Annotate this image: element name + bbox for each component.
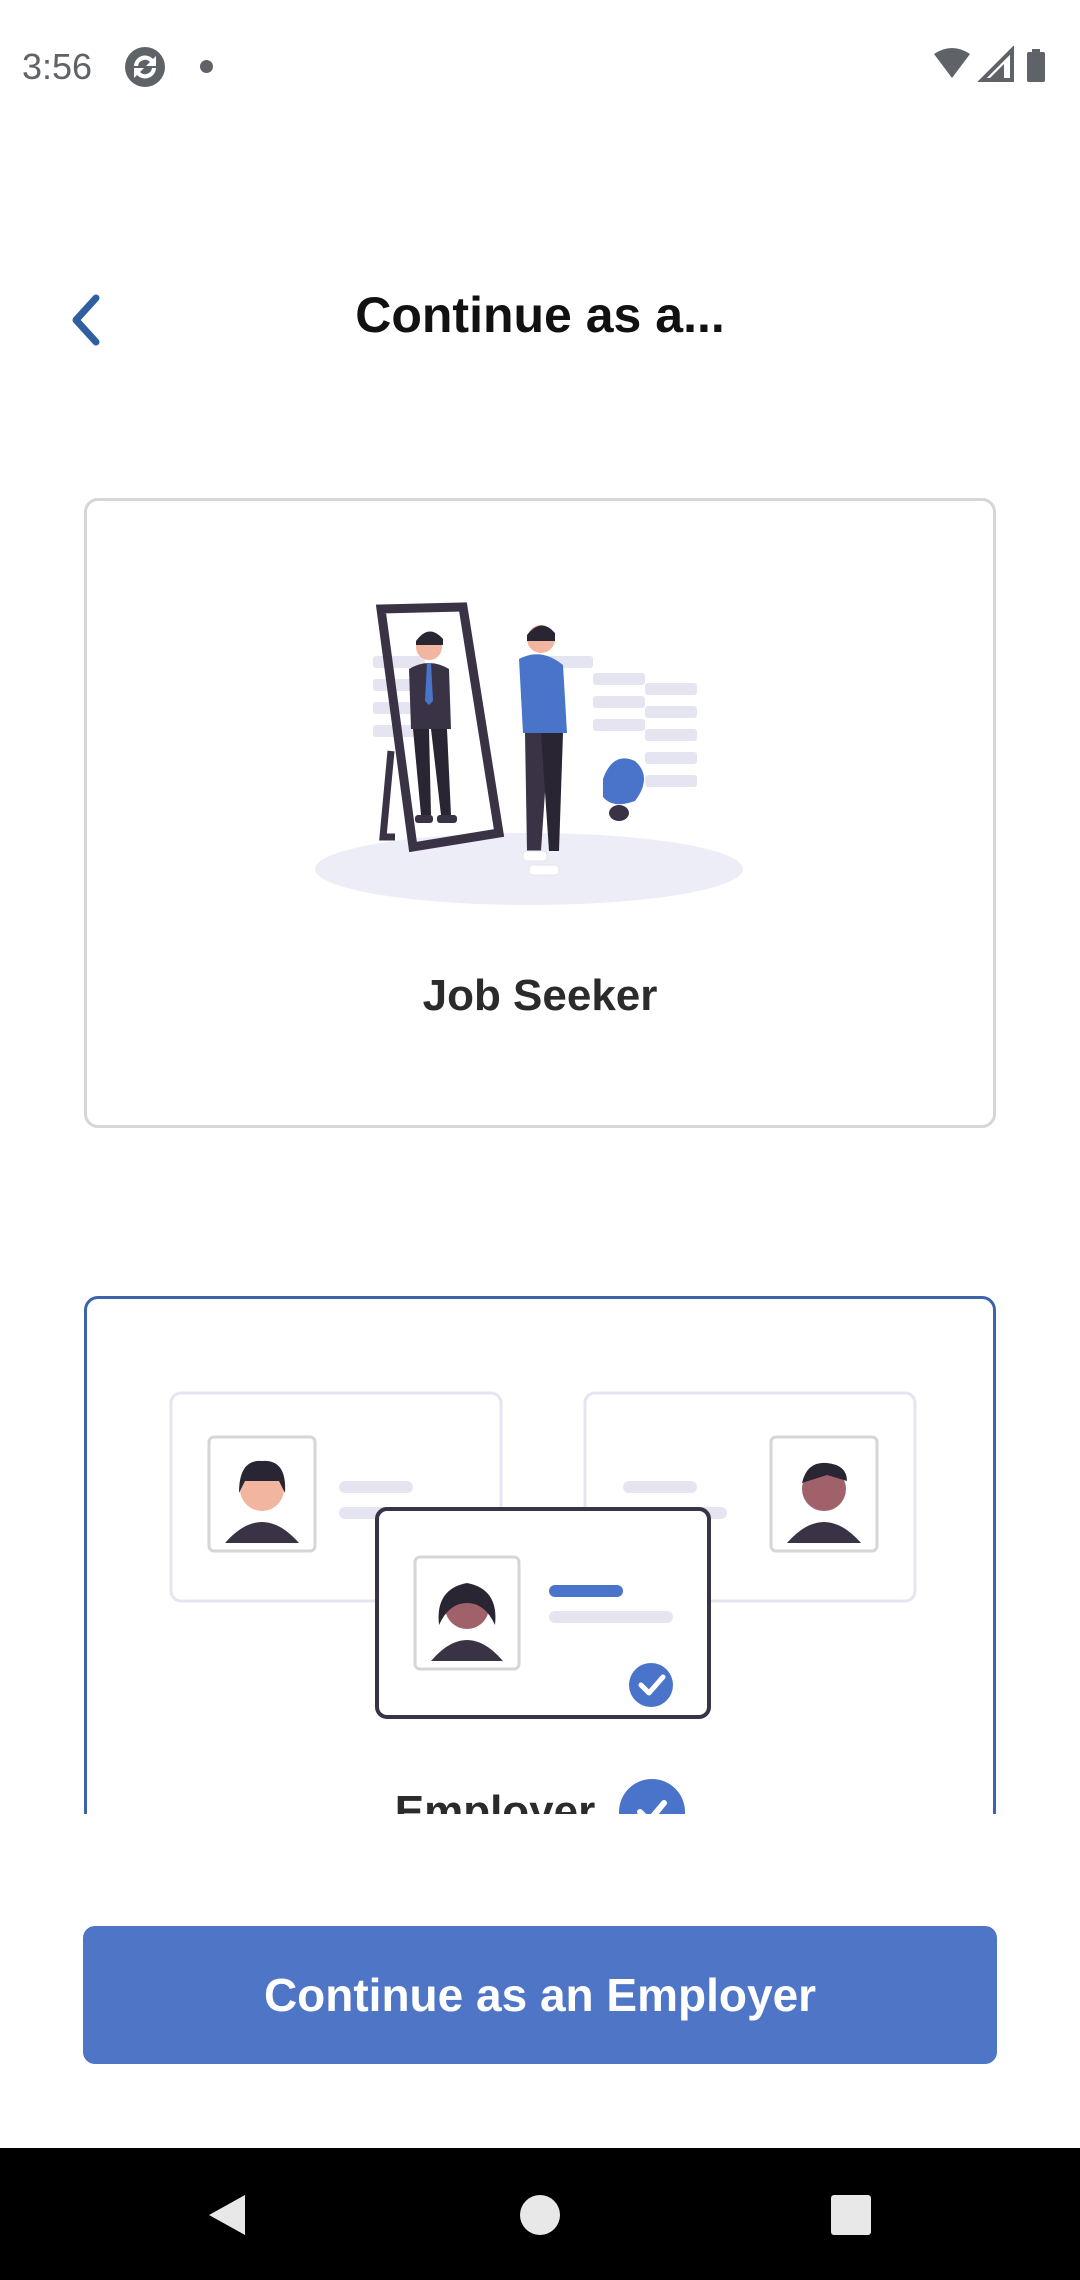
nav-home-button[interactable] [505, 2180, 575, 2250]
status-time: 3:56 [22, 46, 93, 87]
notification-dot-icon [200, 60, 213, 73]
status-indicators [932, 45, 1058, 86]
person-mirror-illustration [313, 601, 773, 921]
selected-check-icon [619, 1779, 686, 1814]
option-card-employer[interactable]: Employer [84, 1296, 996, 1814]
back-triangle-icon [209, 2195, 245, 2235]
home-circle-icon [520, 2195, 560, 2235]
options-list[interactable]: Job Seeker Employer [0, 440, 1080, 1814]
app-sync-icon [122, 44, 168, 90]
header: Continue as a... [0, 270, 1080, 370]
cell-signal-icon [977, 45, 1014, 82]
candidate-profiles-illustration [167, 1389, 927, 1729]
option-label-job-seeker: Job Seeker [422, 971, 658, 1020]
nav-back-button[interactable] [192, 2180, 262, 2250]
status-bar: 3:56 [0, 0, 1080, 132]
system-nav-bar [0, 2148, 1080, 2280]
recents-square-icon [831, 2195, 871, 2235]
option-label-employer: Employer [394, 1787, 596, 1814]
page-title: Continue as a... [355, 287, 725, 343]
battery-icon [1027, 49, 1045, 82]
continue-as-employer-button[interactable]: Continue as an Employer [83, 1926, 997, 2064]
nav-recents-button[interactable] [816, 2180, 886, 2250]
wifi-icon [934, 48, 970, 78]
option-card-job-seeker[interactable]: Job Seeker [84, 498, 996, 1128]
